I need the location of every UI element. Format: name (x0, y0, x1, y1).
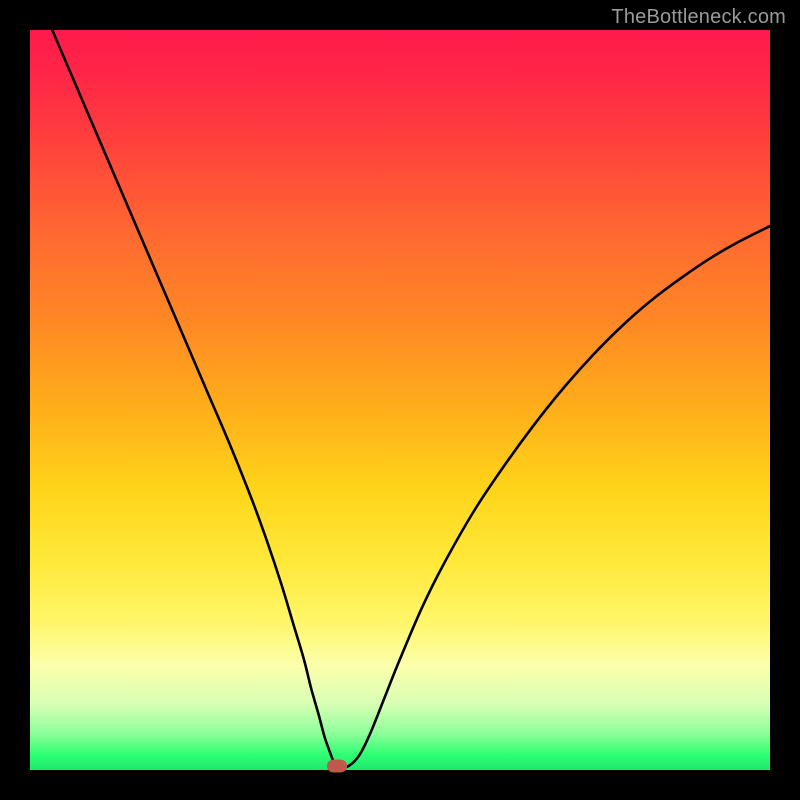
current-point-marker (327, 760, 347, 773)
plot-area (30, 30, 770, 770)
bottleneck-curve (30, 30, 770, 770)
watermark-text: TheBottleneck.com (611, 6, 786, 29)
chart-frame: TheBottleneck.com (0, 0, 800, 800)
